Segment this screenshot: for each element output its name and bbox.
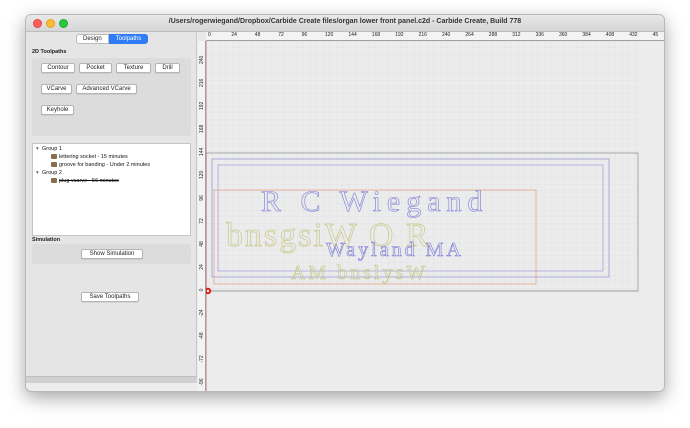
ruler-tick-label: 120: [199, 170, 205, 179]
ruler-tick-label: 432: [629, 32, 638, 38]
ruler-tick-label: 312: [512, 32, 521, 38]
toolpath-label: plug vcarve - 56 minutes: [59, 178, 119, 184]
ruler-tick-label: 48: [199, 241, 205, 247]
contour-button[interactable]: Contour: [41, 63, 75, 73]
ruler-tick-label: 168: [371, 32, 381, 38]
ruler-tick-label: 192: [199, 101, 205, 110]
ruler-tick-label: 144: [199, 147, 205, 156]
ruler-tick-label: 336: [535, 32, 544, 38]
ruler-tick-label: 288: [488, 32, 498, 38]
ruler-tick-label: 24: [231, 32, 237, 38]
pocket-button[interactable]: Pocket: [79, 63, 112, 73]
ruler-tick-label: 96: [199, 195, 205, 201]
toolpaths-section-label: 2D Toolpaths: [32, 49, 67, 55]
ruler-corner: [198, 32, 206, 41]
ruler-tick-label: 0: [199, 288, 205, 292]
toolpath-icon: [51, 162, 57, 168]
toolpath-item[interactable]: groove for banding - Under 2 minutes: [51, 162, 150, 168]
design-canvas-area[interactable]: 0 24 48 72 96 120 144 168 192 216 240 264 288 312 336 3…: [198, 32, 665, 392]
ruler-tick-label: 45: [652, 32, 659, 38]
simulation-group: Show Simulation: [32, 244, 191, 264]
toolpath-icon: [51, 178, 57, 184]
drill-button[interactable]: Drill: [155, 63, 180, 73]
toolpaths-panel: Design Toolpaths 2D Toolpaths Contour Po…: [26, 32, 197, 383]
tree-group-1[interactable]: ▾ Group 1: [36, 146, 62, 152]
tree-group-2[interactable]: ▾ Group 2: [36, 170, 62, 176]
ruler-tick-label: -72: [199, 355, 205, 363]
ruler-tick-label: 48: [254, 32, 261, 38]
ruler-tick-label: 0: [208, 32, 211, 38]
ruler-tick-label: 168: [199, 124, 205, 133]
ruler-tick-label: 240: [199, 55, 205, 64]
ruler-tick-label: 72: [278, 32, 284, 38]
simulation-section-label: Simulation: [32, 237, 61, 243]
toolpath-buttons-group: Contour Pocket Texture Drill VCarve Adva…: [32, 58, 191, 136]
vcarve-button[interactable]: VCarve: [41, 84, 72, 94]
ruler-tick-label: 264: [465, 32, 474, 38]
advanced-vcarve-button[interactable]: Advanced VCarve: [76, 84, 137, 94]
ruler-tick-label: 192: [395, 32, 404, 38]
ruler-tick-label: 216: [199, 78, 205, 87]
ruler-tick-label: 408: [605, 32, 615, 38]
title-bar[interactable]: /Users/rogerwiegand/Dropbox/Carbide Crea…: [26, 15, 664, 32]
group-label: Group 2: [42, 170, 62, 176]
design-canvas[interactable]: R C Wiegand bnsgsiW O R Wayland MA AM bn…: [206, 41, 665, 392]
app-window: /Users/rogerwiegand/Dropbox/Carbide Crea…: [25, 14, 665, 392]
toolpath-label: lettering socket - 15 minutes: [59, 154, 128, 160]
mode-tabs: Design Toolpaths: [76, 34, 149, 44]
ruler-tick-label: -48: [199, 332, 205, 340]
ruler-tick-label: -24: [199, 309, 205, 317]
ruler-tick-label: 24: [199, 264, 205, 270]
ruler-tick-label: 240: [442, 32, 451, 38]
group-label: Group 1: [42, 146, 62, 152]
ruler-tick-label: 384: [582, 32, 591, 38]
save-toolpaths-button[interactable]: Save Toolpaths: [81, 292, 139, 302]
toolpath-item[interactable]: lettering socket - 15 minutes: [51, 154, 128, 160]
ruler-tick-label: 144: [348, 32, 357, 38]
show-simulation-button[interactable]: Show Simulation: [81, 249, 143, 259]
top-ruler: 0 24 48 72 96 120 144 168 192 216 240 264 288 312 336 3…: [206, 32, 664, 41]
ruler-tick-label: 72: [199, 218, 205, 224]
toolpath-tree[interactable]: ▾ Group 1 lettering socket - 15 minutes g…: [32, 143, 191, 236]
toolpath-item[interactable]: plug vcarve - 56 minutes: [51, 178, 119, 184]
keyhole-button[interactable]: Keyhole: [41, 105, 74, 115]
ruler-tick-label: 216: [418, 32, 427, 38]
panel-scrollbar[interactable]: [26, 376, 197, 383]
tab-toolpaths[interactable]: Toolpaths: [108, 34, 149, 44]
ruler-tick-label: 360: [559, 32, 568, 38]
design-text-line1[interactable]: R C Wiegand: [261, 185, 489, 219]
toolpath-icon: [51, 154, 57, 160]
ruler-tick-label: 120: [325, 32, 334, 38]
toolpath-label: groove for banding - Under 2 minutes: [59, 162, 151, 168]
ruler-tick-label: 96: [301, 32, 308, 38]
texture-button[interactable]: Texture: [116, 63, 151, 73]
window-title: /Users/rogerwiegand/Dropbox/Carbide Crea…: [168, 18, 522, 25]
left-ruler: 240 216 192 168 144 120 96 72 48 24 0 -24 -48 -72 -96: [198, 41, 206, 391]
mirror-text-line2[interactable]: AM bnslysW: [291, 262, 428, 285]
ruler-tick-label: -96: [199, 378, 205, 386]
tab-design[interactable]: Design: [76, 34, 109, 44]
design-text-line2[interactable]: Wayland MA: [326, 239, 464, 262]
